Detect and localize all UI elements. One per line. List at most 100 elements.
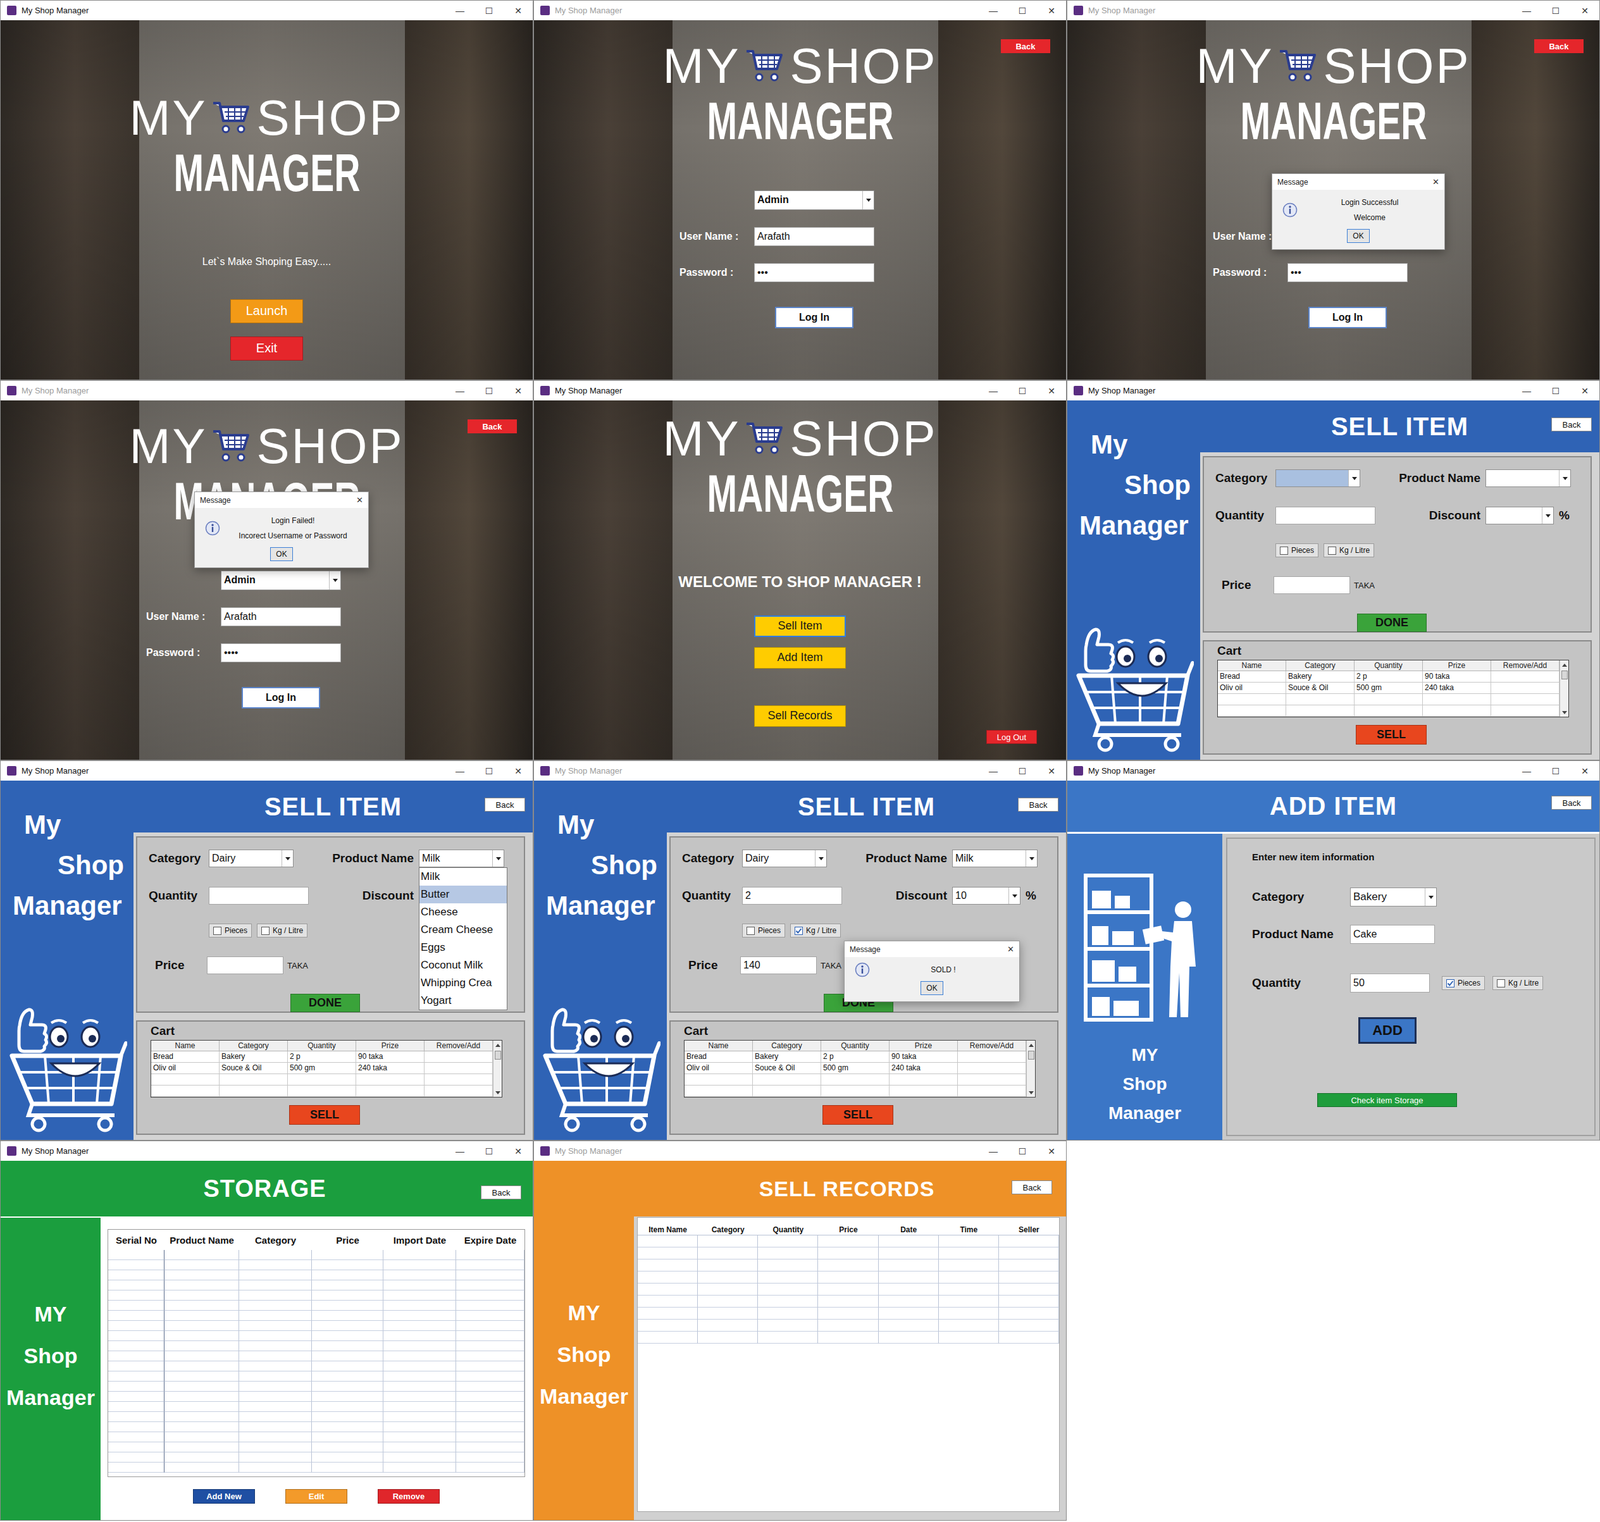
role-select[interactable]: Admin [754,190,875,211]
minimize-button[interactable]: — [978,0,1008,21]
user-name-field[interactable]: Arafath [754,227,875,247]
launch-button[interactable]: Launch [230,299,304,324]
quantity-field[interactable]: 2 [742,886,843,905]
back-button[interactable]: Back [484,797,526,812]
done-button[interactable]: DONE [290,993,360,1013]
minimize-button[interactable]: — [445,761,475,781]
close-button[interactable]: ✕ [503,380,533,401]
close-button[interactable]: ✕ [1036,761,1067,781]
category-select[interactable]: Dairy [208,849,294,868]
role-select[interactable]: Admin [220,570,342,591]
login-button[interactable]: Log In [241,687,321,709]
maximize-button[interactable]: ☐ [474,761,504,781]
quantity-field[interactable] [208,886,309,905]
pieces-checkbox[interactable]: Pieces [1441,976,1485,991]
menu-item[interactable]: Coconut Milk [419,956,507,975]
user-name-field[interactable]: Arafath [220,607,342,627]
maximize-button[interactable]: ☐ [1541,0,1571,21]
product-select[interactable] [1485,469,1571,488]
minimize-button[interactable]: — [1512,0,1542,21]
product-select[interactable]: Milk [952,849,1038,868]
quantity-field[interactable] [1275,506,1376,525]
close-button[interactable]: ✕ [1570,761,1600,781]
login-button[interactable]: Log In [1308,306,1387,329]
remove-button[interactable]: Remove [377,1489,440,1504]
dialog-close-button[interactable]: ✕ [356,495,364,505]
maximize-button[interactable]: ☐ [474,0,504,21]
maximize-button[interactable]: ☐ [1541,380,1571,401]
kg-litre-checkbox[interactable]: Kg / Litre [790,923,841,938]
price-field[interactable] [1273,576,1351,595]
password-field[interactable]: ••• [754,263,875,283]
sell-button[interactable]: SELL [1355,725,1427,745]
menu-item[interactable]: Butter [419,885,507,904]
close-button[interactable]: ✕ [1570,380,1600,401]
menu-item[interactable]: Milk [419,868,507,886]
minimize-button[interactable]: — [445,1141,475,1161]
sell-button[interactable]: SELL [289,1105,360,1125]
check-storage-button[interactable]: Check item Storage [1317,1093,1458,1108]
minimize-button[interactable]: — [978,380,1008,401]
add-button[interactable]: ADD [1358,1017,1417,1044]
minimize-button[interactable]: — [978,1141,1008,1161]
category-select[interactable] [1275,469,1361,488]
done-button[interactable]: DONE [1357,613,1427,633]
back-button[interactable]: Back [480,1185,522,1200]
back-button[interactable]: Back [1551,417,1592,432]
back-button[interactable]: Back [1000,39,1051,54]
maximize-button[interactable]: ☐ [474,1141,504,1161]
menu-item[interactable]: Eggs [419,938,507,957]
price-field[interactable]: 140 [740,956,817,975]
pieces-checkbox[interactable]: Pieces [208,923,252,938]
edit-button[interactable]: Edit [285,1489,348,1504]
maximize-button[interactable]: ☐ [1007,1141,1037,1161]
logout-button[interactable]: Log Out [986,730,1037,745]
dialog-close-button[interactable]: ✕ [1007,944,1015,955]
discount-select[interactable]: 10 [952,886,1021,905]
minimize-button[interactable]: — [445,380,475,401]
minimize-button[interactable]: — [445,0,475,21]
close-button[interactable]: ✕ [1036,380,1067,401]
category-select[interactable]: Bakery [1350,887,1437,907]
quantity-field[interactable]: 50 [1350,973,1430,993]
kg-litre-checkbox[interactable]: Kg / Litre [256,923,308,938]
menu-item[interactable]: Cheese [419,903,507,922]
maximize-button[interactable]: ☐ [474,380,504,401]
scrollbar[interactable] [492,1040,502,1098]
back-button[interactable]: Back [1011,1180,1053,1195]
back-button[interactable]: Back [467,419,517,434]
minimize-button[interactable]: — [1512,761,1542,781]
maximize-button[interactable]: ☐ [1541,761,1571,781]
sell-records-button[interactable]: Sell Records [754,705,846,727]
ok-button[interactable]: OK [1346,229,1370,243]
product-name-field[interactable]: Cake [1350,924,1435,944]
maximize-button[interactable]: ☐ [1007,761,1037,781]
scrollbar[interactable] [1559,660,1569,717]
kg-litre-checkbox[interactable]: Kg / Litre [1323,543,1375,558]
dialog-close-button[interactable]: ✕ [1432,177,1440,187]
minimize-button[interactable]: — [1512,380,1542,401]
password-field[interactable]: ••• [1287,263,1408,283]
minimize-button[interactable]: — [978,761,1008,781]
menu-item[interactable]: Yogart [419,992,507,1010]
ok-button[interactable]: OK [920,981,943,996]
exit-button[interactable]: Exit [230,336,304,361]
discount-select[interactable] [1485,506,1554,525]
back-button[interactable]: Back [1017,797,1059,812]
sell-item-button[interactable]: Sell Item [754,615,846,638]
close-button[interactable]: ✕ [503,761,533,781]
add-new-button[interactable]: Add New [192,1489,255,1504]
product-select[interactable]: Milk [418,849,505,868]
password-field[interactable]: •••• [220,643,342,663]
category-select[interactable]: Dairy [742,849,827,868]
add-item-button[interactable]: Add Item [754,647,846,669]
close-button[interactable]: ✕ [503,0,533,21]
ok-button[interactable]: OK [270,547,293,562]
back-button[interactable]: Back [1551,795,1592,810]
close-button[interactable]: ✕ [1570,0,1600,21]
price-field[interactable] [206,956,284,975]
kg-litre-checkbox[interactable]: Kg / Litre [1492,976,1544,991]
close-button[interactable]: ✕ [1036,0,1067,21]
login-button[interactable]: Log In [775,306,854,329]
maximize-button[interactable]: ☐ [1007,380,1037,401]
